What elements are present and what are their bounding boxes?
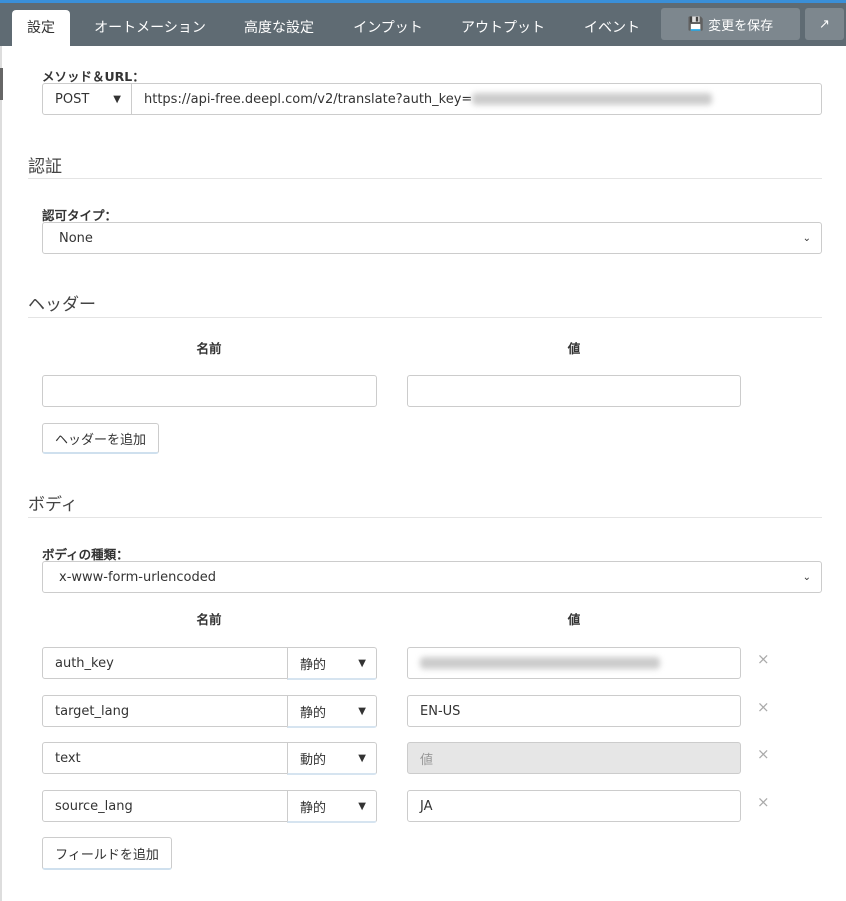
field-value-input-disabled: 値 — [407, 742, 741, 774]
tab-settings[interactable]: 設定 — [12, 10, 70, 46]
body-type-select[interactable]: x-www-form-urlencoded ⌄ — [42, 561, 822, 593]
left-border — [0, 46, 2, 901]
field-mode-select[interactable]: 静的 ▼ — [287, 647, 377, 680]
remove-field-icon[interactable]: × — [757, 698, 770, 716]
url-value: https://api-free.deepl.com/v2/translate?… — [144, 91, 473, 107]
chevron-down-icon: ⌄ — [802, 571, 811, 583]
external-link-icon: ↗ — [819, 16, 830, 32]
field-name-input[interactable]: target_lang — [42, 695, 289, 727]
field-name-input[interactable]: auth_key — [42, 647, 289, 679]
method-value: POST — [55, 91, 90, 107]
save-label: 変更を保存 — [708, 18, 774, 34]
divider — [28, 517, 822, 518]
caret-down-icon: ▼ — [113, 93, 121, 105]
field-mode-select[interactable]: 動的 ▼ — [287, 742, 377, 775]
auth-type-value: None — [59, 230, 93, 246]
header-value-column: 値 — [567, 341, 581, 356]
auth-heading: 認証 — [28, 157, 62, 177]
body-heading: ボディ — [28, 495, 78, 515]
add-header-button[interactable]: ヘッダーを追加 — [42, 423, 159, 454]
body-name-column: 名前 — [196, 612, 222, 627]
field-mode-value: 静的 — [300, 705, 327, 721]
tab-event[interactable]: イベント — [576, 10, 648, 46]
headers-heading: ヘッダー — [28, 295, 96, 315]
url-input[interactable]: https://api-free.deepl.com/v2/translate?… — [131, 83, 822, 115]
caret-down-icon: ▼ — [358, 705, 366, 717]
remove-field-icon[interactable]: × — [757, 793, 770, 811]
field-name-input[interactable]: text — [42, 742, 289, 774]
tab-advanced[interactable]: 高度な設定 — [236, 10, 322, 46]
caret-down-icon: ▼ — [358, 657, 366, 669]
field-value-input[interactable]: JA — [407, 790, 741, 822]
method-select[interactable]: POST ▼ — [42, 83, 132, 115]
field-name-input[interactable]: source_lang — [42, 790, 289, 822]
left-marker — [0, 68, 3, 100]
field-mode-value: 静的 — [300, 800, 327, 816]
tab-bar: 設定 オートメーション 高度な設定 インプット アウトプット イベント 💾 変更を… — [0, 3, 846, 46]
add-field-button[interactable]: フィールドを追加 — [42, 837, 172, 870]
save-button[interactable]: 💾 変更を保存 — [661, 8, 800, 40]
body-type-value: x-www-form-urlencoded — [59, 569, 217, 585]
body-value-column: 値 — [567, 612, 581, 627]
divider — [28, 178, 822, 179]
remove-field-icon[interactable]: × — [757, 650, 770, 668]
tab-output[interactable]: アウトプット — [454, 10, 552, 46]
tab-automation[interactable]: オートメーション — [88, 10, 212, 46]
header-name-column: 名前 — [196, 341, 222, 356]
tab-input[interactable]: インプット — [346, 10, 430, 46]
field-mode-select[interactable]: 静的 ▼ — [287, 790, 377, 823]
redacted-key — [420, 657, 660, 669]
field-mode-select[interactable]: 静的 ▼ — [287, 695, 377, 728]
header-value-input[interactable] — [407, 375, 741, 407]
chevron-down-icon: ⌄ — [802, 232, 811, 244]
open-external-button[interactable]: ↗ — [805, 8, 844, 40]
auth-type-select[interactable]: None ⌄ — [42, 222, 822, 254]
caret-down-icon: ▼ — [358, 752, 366, 764]
remove-field-icon[interactable]: × — [757, 745, 770, 763]
floppy-icon: 💾 — [687, 16, 705, 32]
divider — [28, 317, 822, 318]
field-mode-value: 静的 — [300, 657, 327, 673]
redacted-key — [472, 93, 713, 105]
caret-down-icon: ▼ — [358, 800, 366, 812]
header-name-input[interactable] — [42, 375, 377, 407]
field-value-input[interactable] — [407, 647, 741, 679]
field-mode-value: 動的 — [300, 752, 327, 768]
field-value-input[interactable]: EN-US — [407, 695, 741, 727]
